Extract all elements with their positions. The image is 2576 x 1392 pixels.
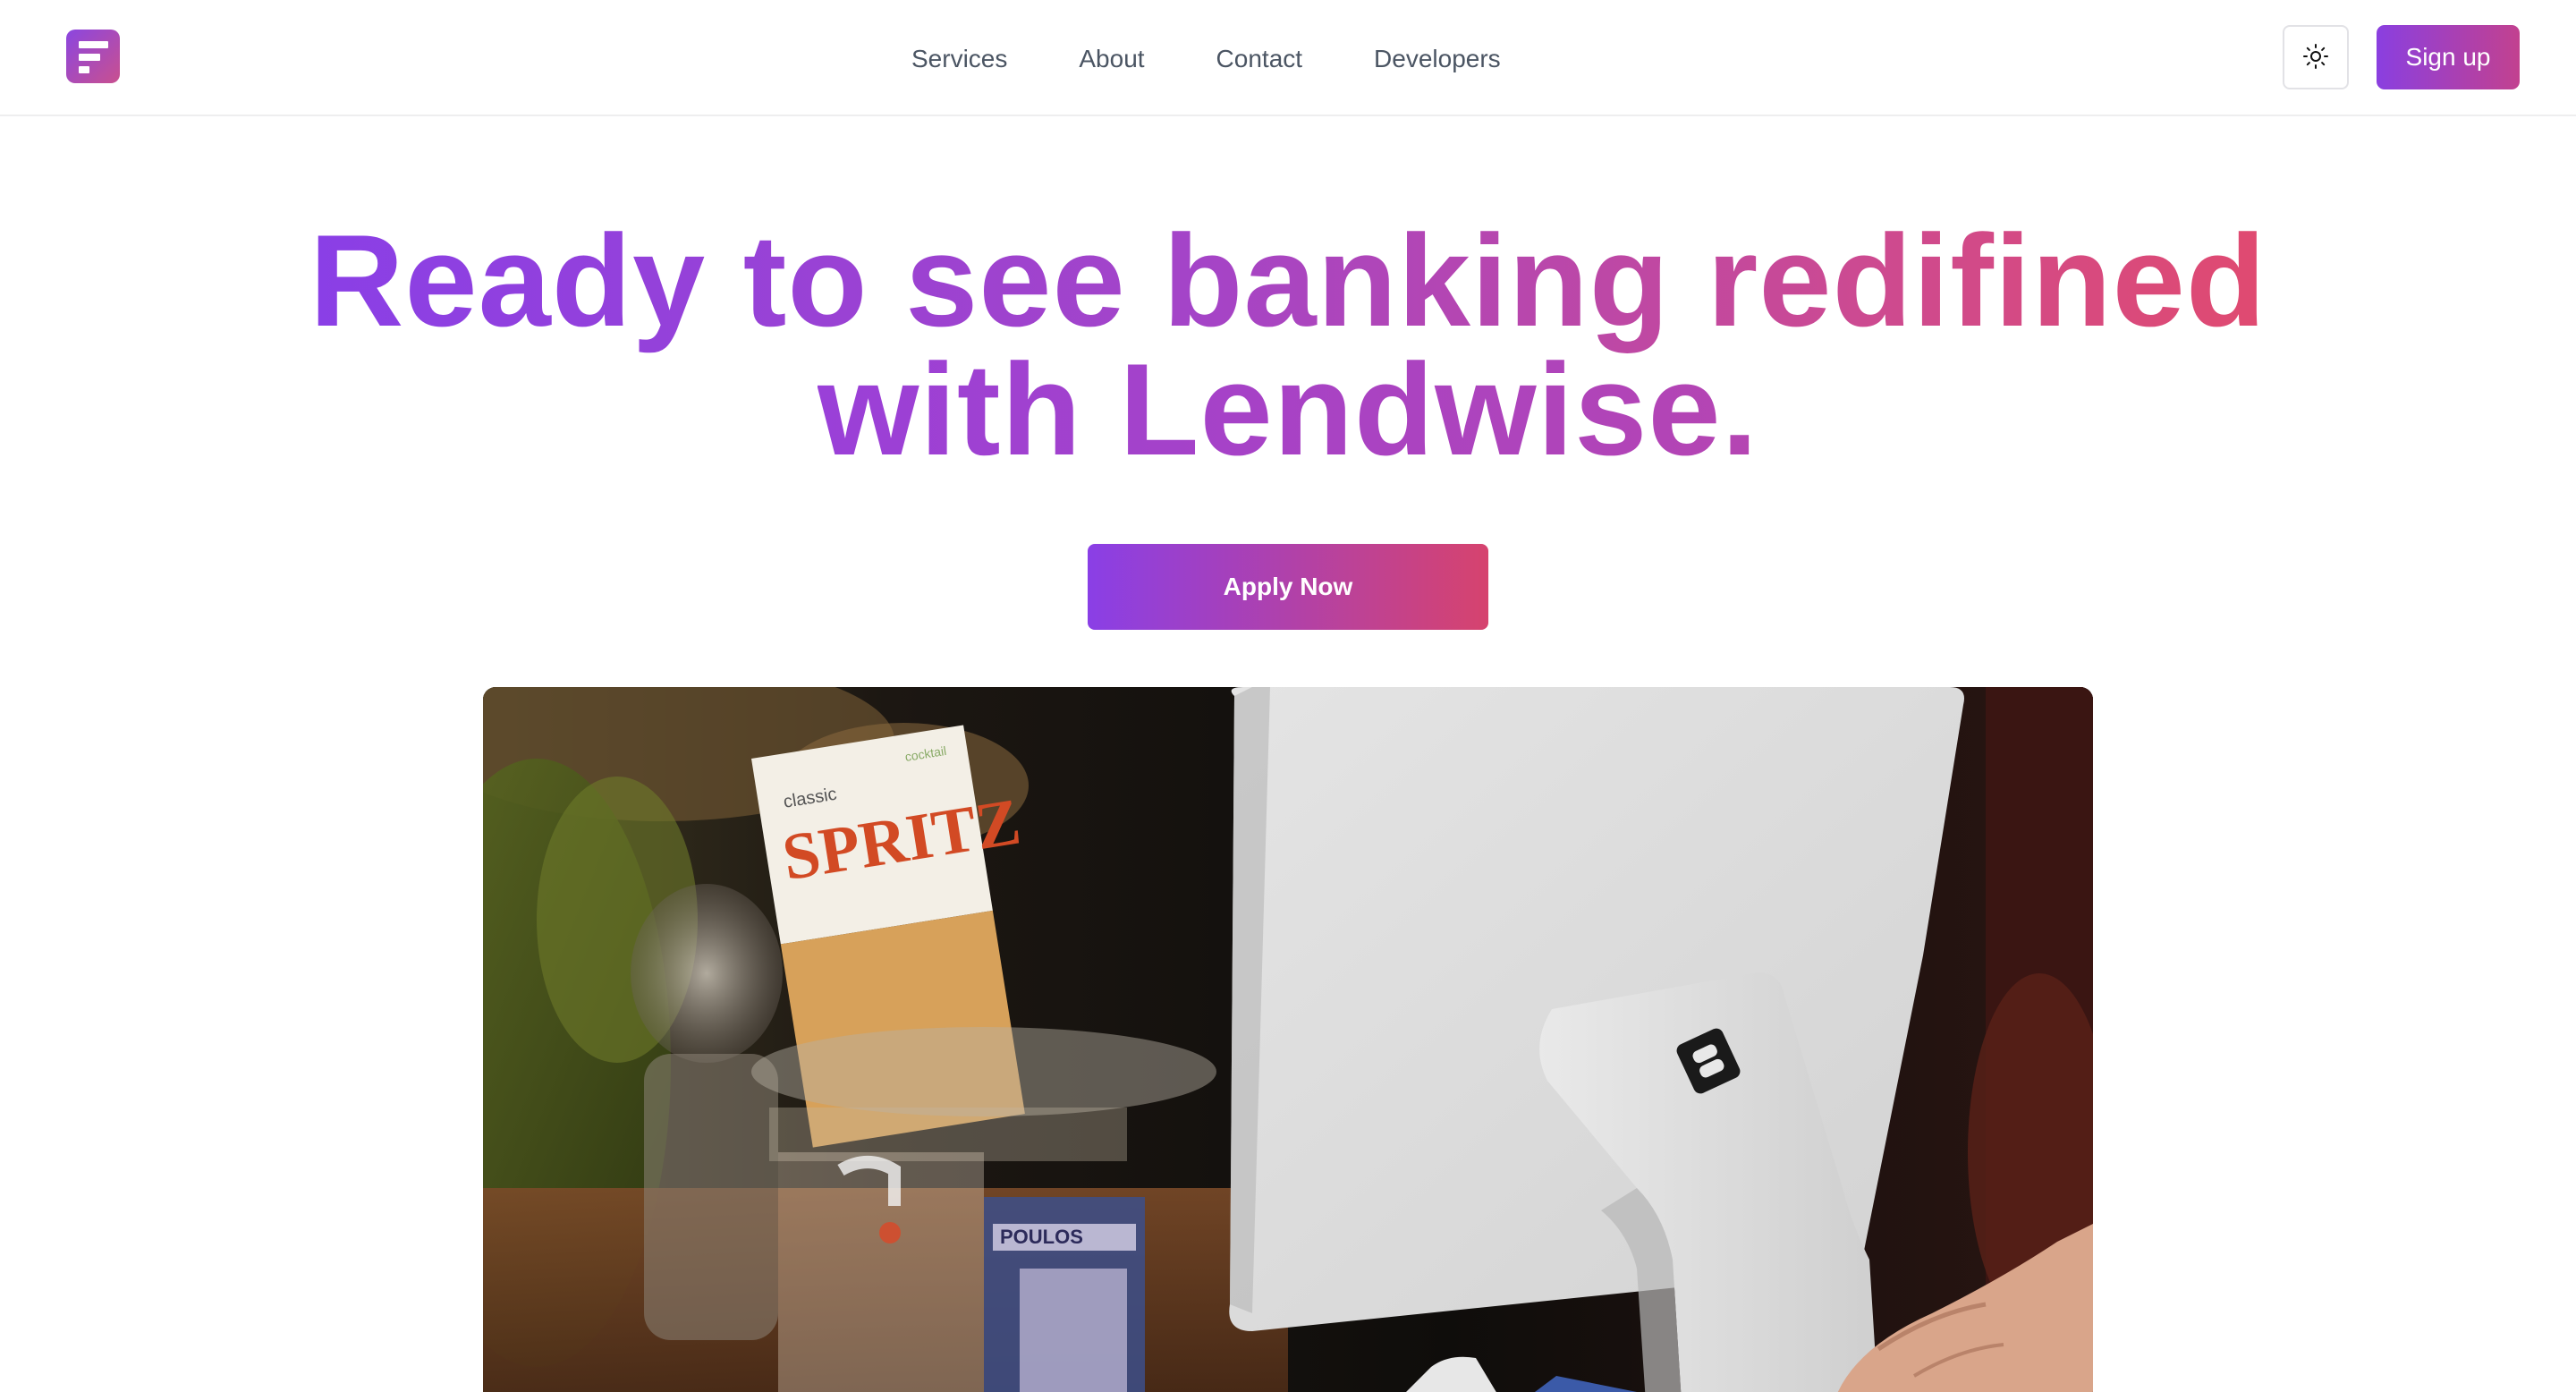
nav-link-developers[interactable]: Developers <box>1374 45 1501 73</box>
hero-title-line-1: Ready to see banking redifined <box>309 208 2267 353</box>
hero-title-line-2: with Lendwise. <box>817 336 1759 482</box>
nav-link-about[interactable]: About <box>1079 45 1144 73</box>
lendwise-logo-icon[interactable] <box>66 30 120 83</box>
hero-photo: classic cocktail SPRITZ POULOS <box>483 687 2093 1392</box>
apply-now-button[interactable]: Apply Now <box>1088 544 1488 630</box>
bag-text: POULOS <box>1000 1226 1083 1248</box>
landing-page: Services About Contact Developers Sign u… <box>0 0 2576 1392</box>
signup-button[interactable]: Sign up <box>2377 25 2520 89</box>
theme-toggle-button[interactable] <box>2283 25 2349 89</box>
main-nav: Services About Contact Developers <box>911 39 1501 79</box>
sun-icon <box>2302 43 2329 72</box>
hero-title: Ready to see banking redifined with Lend… <box>0 216 2576 482</box>
nav-link-services[interactable]: Services <box>911 45 1007 73</box>
site-header: Services About Contact Developers Sign u… <box>0 0 2576 116</box>
nav-link-contact[interactable]: Contact <box>1216 45 1303 73</box>
